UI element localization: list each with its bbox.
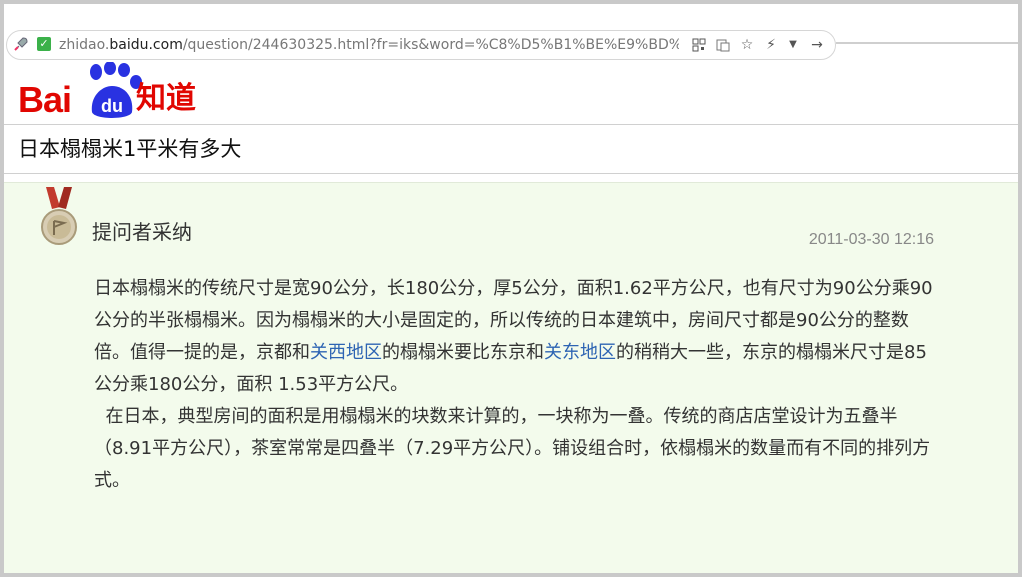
logo-zhidao-text: 知道 bbox=[136, 81, 196, 116]
svg-text:du: du bbox=[101, 96, 123, 116]
qr-code-icon[interactable] bbox=[689, 35, 709, 55]
rocket-icon[interactable] bbox=[13, 36, 29, 52]
toolbar-divider bbox=[836, 42, 1018, 44]
reader-mode-icon[interactable] bbox=[713, 35, 733, 55]
logo-bai-text: Bai bbox=[18, 79, 72, 120]
link-guanxi-region[interactable]: 关西地区 bbox=[310, 342, 382, 363]
browser-window: ✓ zhidao.baidu.com/question/244630325.ht… bbox=[4, 4, 1018, 573]
baidu-zhidao-logo[interactable]: Bai du 知道 bbox=[18, 62, 218, 122]
secure-check-icon: ✓ bbox=[37, 37, 51, 51]
url-text[interactable]: zhidao.baidu.com/question/244630325.html… bbox=[59, 35, 679, 55]
star-icon[interactable]: ☆ bbox=[737, 35, 757, 55]
adopted-answer-panel: 提问者采纳 2011-03-30 12:16 日本榻榻米的传统尺寸是宽90公分，… bbox=[4, 182, 1018, 573]
medal-icon bbox=[41, 187, 77, 245]
arrow-right-icon[interactable]: → bbox=[807, 35, 827, 55]
question-title: 日本榻榻米1平米有多大 bbox=[18, 137, 242, 161]
chevron-down-icon[interactable]: ▼ bbox=[783, 35, 803, 55]
link-guandong-region[interactable]: 关东地区 bbox=[544, 342, 616, 363]
answer-paragraph: 日本榻榻米的传统尺寸是宽90公分，长180公分，厚5公分，面积1.62平方公尺，… bbox=[94, 278, 933, 395]
answer-paragraph: 在日本，典型房间的面积是用榻榻米的块数来计算的，一块称为一叠。传统的商店店堂设计… bbox=[94, 406, 931, 491]
question-header: 日本榻榻米1平米有多大 bbox=[4, 124, 1018, 174]
address-bar[interactable]: ✓ zhidao.baidu.com/question/244630325.ht… bbox=[6, 30, 836, 60]
lightning-icon[interactable]: ⚡ bbox=[761, 35, 781, 55]
answer-date: 2011-03-30 12:16 bbox=[808, 231, 934, 248]
answer-body: 日本榻榻米的传统尺寸是宽90公分，长180公分，厚5公分，面积1.62平方公尺，… bbox=[94, 273, 944, 497]
adopted-label: 提问者采纳 bbox=[92, 220, 192, 244]
